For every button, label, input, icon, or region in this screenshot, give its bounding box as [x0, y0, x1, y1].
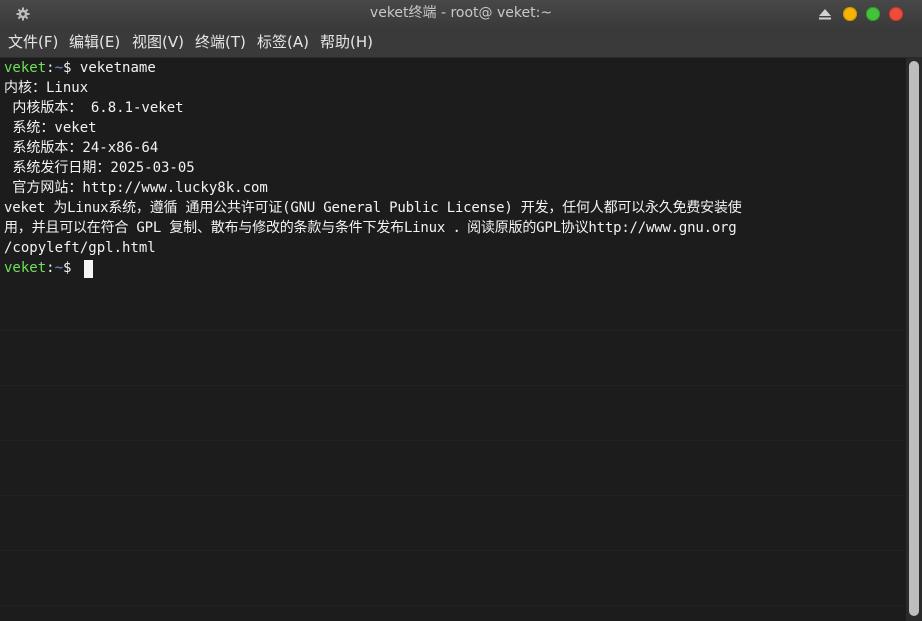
prompt-separator: :	[46, 60, 55, 76]
row-divider	[0, 440, 906, 441]
prompt-separator: :	[46, 260, 55, 276]
prompt-symbol: $	[63, 60, 80, 76]
prompt-line: veket:~$	[4, 258, 80, 278]
terminal-area[interactable]: veket:~$ veketname 内核：Linux 内核版本： 6.8.1-…	[0, 58, 906, 621]
close-button[interactable]	[889, 7, 903, 21]
maximize-button[interactable]	[866, 7, 880, 21]
command-line: veket:~$ veketname	[4, 58, 156, 78]
output-line: veket 为Linux系统，遵循 通用公共许可证(GNU General Pu…	[4, 200, 742, 216]
row-divider	[0, 330, 906, 331]
prompt-user: veket	[4, 260, 47, 276]
window-title: veket终端 - root@ veket:~	[369, 5, 553, 21]
output-line: 系统：veket	[4, 120, 97, 136]
row-divider	[0, 385, 906, 386]
menu-tabs[interactable]: 标签(A)	[257, 33, 309, 52]
vertical-scrollbar[interactable]	[906, 58, 922, 621]
menu-terminal[interactable]: 终端(T)	[195, 33, 246, 52]
menu-help[interactable]: 帮助(H)	[320, 33, 373, 52]
prompt-directory: ~	[54, 60, 64, 76]
row-divider	[0, 495, 906, 496]
output-line: 用，并且可以在符合 GPL 复制、散布与修改的条款与条件下发布Linux ．阅读…	[4, 220, 737, 236]
command-text: veketname	[79, 60, 156, 76]
eject-icon[interactable]	[819, 9, 831, 20]
menu-bar: 文件(F) 编辑(E) 视图(V) 终端(T) 标签(A) 帮助(H)	[0, 28, 922, 58]
prompt-symbol: $	[63, 260, 80, 276]
minimize-button[interactable]	[843, 7, 857, 21]
prompt-user: veket	[4, 60, 47, 76]
output-line: 内核：Linux	[4, 80, 89, 96]
row-divider	[0, 605, 906, 606]
text-cursor	[84, 260, 93, 278]
output-line: /copyleft/gpl.html	[4, 240, 156, 256]
output-line: 系统版本：24-x86-64	[4, 140, 159, 156]
menu-edit[interactable]: 编辑(E)	[69, 33, 120, 52]
row-divider	[0, 550, 906, 551]
output-line: 内核版本： 6.8.1-veket	[4, 100, 184, 116]
menu-view[interactable]: 视图(V)	[132, 33, 184, 52]
title-bar[interactable]: veket终端 - root@ veket:~	[0, 0, 922, 29]
output-line: 系统发行日期：2025-03-05	[4, 160, 195, 176]
menu-file[interactable]: 文件(F)	[8, 33, 58, 52]
output-line: 官方网站：http://www.lucky8k.com	[4, 180, 268, 196]
scrollbar-thumb[interactable]	[909, 61, 919, 616]
terminal-window: veket终端 - root@ veket:~ 文件(F) 编辑(E) 视图(V…	[0, 0, 922, 621]
prompt-directory: ~	[54, 260, 64, 276]
